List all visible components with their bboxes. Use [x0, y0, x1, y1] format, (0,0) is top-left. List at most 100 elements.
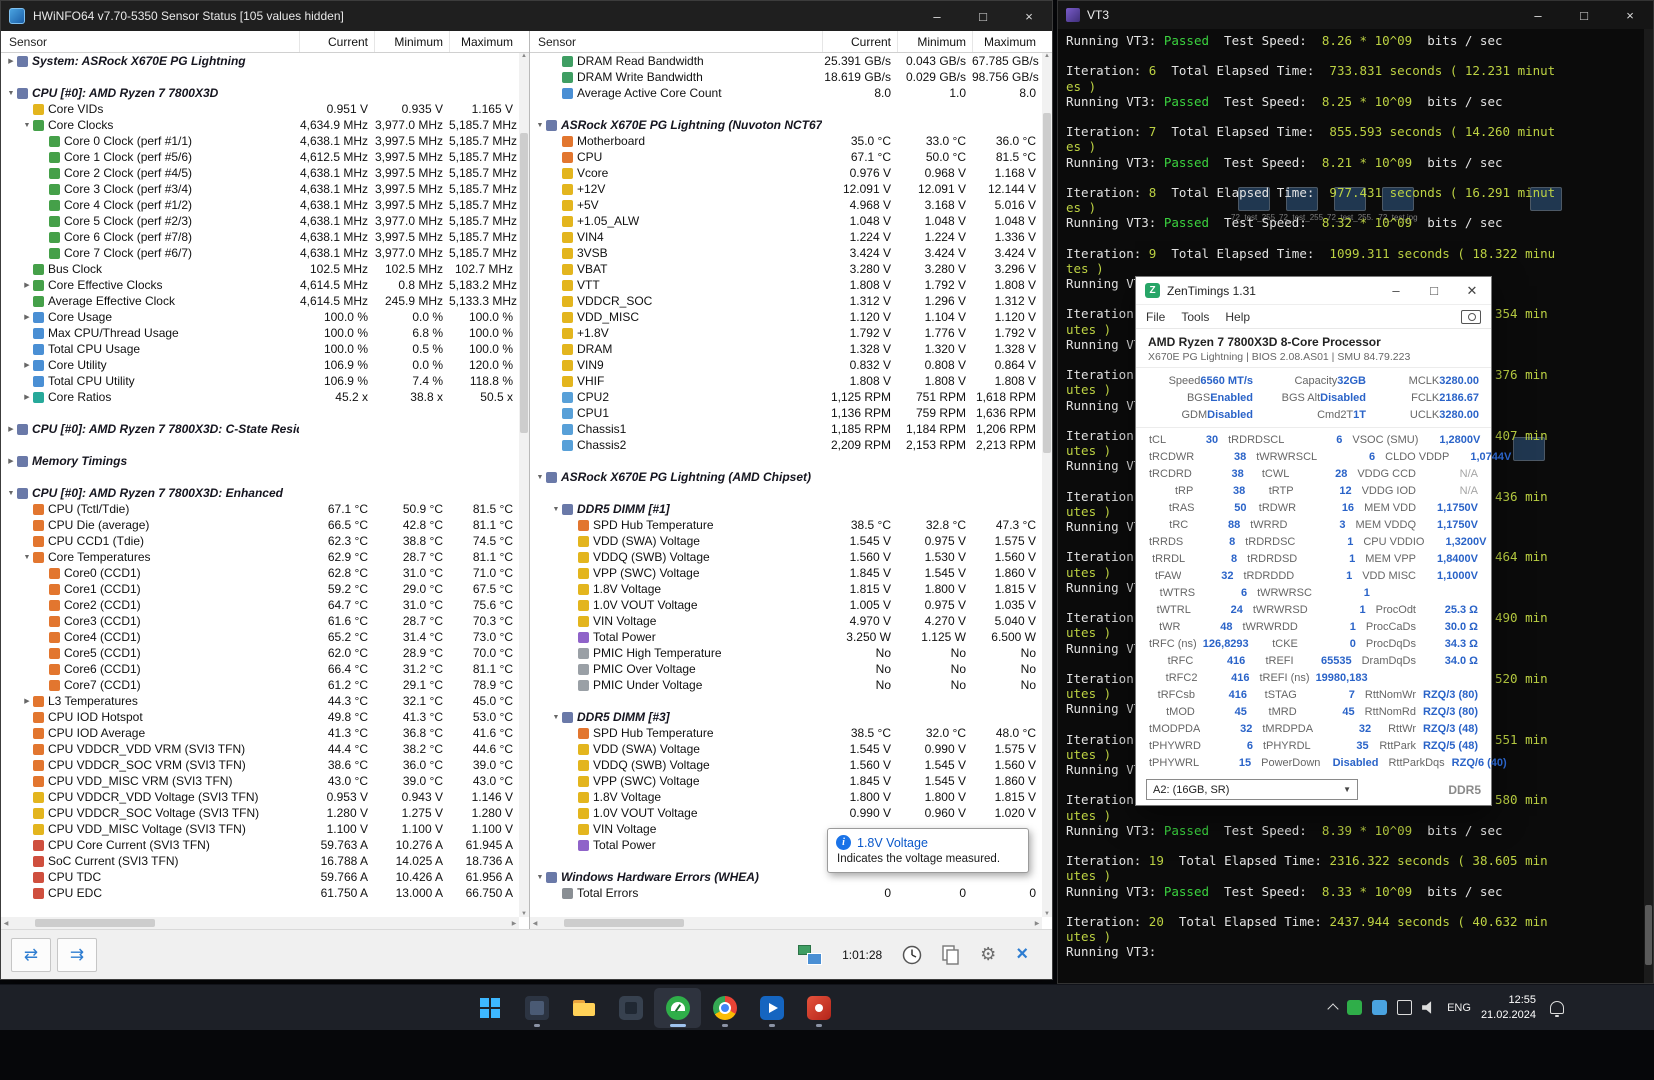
sensor-row[interactable]: VDDQ (SWB) Voltage 1.560 V 1.545 V 1.560 V	[530, 757, 1042, 773]
taskbar-app-dark[interactable]	[607, 988, 654, 1028]
horizontal-scrollbar[interactable]: ◀ ▶	[1, 917, 519, 929]
taskbar-app-red[interactable]	[795, 988, 842, 1028]
column-maximum[interactable]: Maximum	[972, 31, 1042, 52]
column-sensor[interactable]: Sensor	[1, 31, 299, 52]
sensor-row[interactable]: 1.0V VOUT Voltage 1.005 V 0.975 V 1.035 V	[530, 597, 1042, 613]
sensor-row[interactable]: 1.0V VOUT Voltage 0.990 V 0.960 V 1.020 V	[530, 805, 1042, 821]
sensor-row[interactable]: +5V 4.968 V 3.168 V 5.016 V	[530, 197, 1042, 213]
column-current[interactable]: Current	[822, 31, 897, 52]
minimize-button[interactable]: –	[1515, 1, 1561, 29]
sensor-row[interactable]: 1.8V Voltage 1.815 V 1.800 V 1.815 V	[530, 581, 1042, 597]
tray-hwinfo-icon[interactable]	[1347, 1000, 1363, 1015]
sensor-row[interactable]: PMIC Over Voltage No No No	[530, 661, 1042, 677]
close-button[interactable]: ×	[1006, 1, 1052, 31]
sensor-row[interactable]: VDD_MISC 1.120 V 1.104 V 1.120 V	[530, 309, 1042, 325]
screenshot-camera-icon[interactable]	[1461, 309, 1481, 324]
clock-icon[interactable]	[902, 945, 922, 965]
sensor-row[interactable]: ▶ L3 Temperatures 44.3 °C 32.1 °C 45.0 °C	[1, 693, 519, 709]
menu-item-file[interactable]: File	[1146, 310, 1165, 324]
sensor-row[interactable]: ▶ CPU [#0]: AMD Ryzen 7 7800X3D: C-State …	[1, 421, 519, 437]
sensor-row[interactable]: ▼ Core Temperatures 62.9 °C 28.7 °C 81.1 °C	[1, 549, 519, 565]
sensor-row[interactable]: Core 5 Clock (perf #2/3) 4,638.1 MHz 3,977…	[1, 213, 519, 229]
remote-monitoring-icon[interactable]	[798, 944, 823, 965]
tray-overflow-icon[interactable]	[1327, 1003, 1339, 1015]
sensor-row[interactable]: Vcore 0.976 V 0.968 V 1.168 V	[530, 165, 1042, 181]
maximize-button[interactable]: □	[960, 1, 1006, 31]
sensor-row[interactable]: VDD (SWA) Voltage 1.545 V 0.975 V 1.575 V	[530, 533, 1042, 549]
expand-toggle-icon[interactable]: ▶	[21, 393, 33, 401]
sensor-row[interactable]: CPU VDD_MISC VRM (SVI3 TFN) 43.0 °C 39.0 °…	[1, 773, 519, 789]
sensor-row[interactable]: VPP (SWC) Voltage 1.845 V 1.545 V 1.860 V	[530, 565, 1042, 581]
fast-forward-button[interactable]: ⇉	[57, 937, 97, 972]
sensor-row[interactable]: DRAM 1.328 V 1.320 V 1.328 V	[530, 341, 1042, 357]
expand-toggle-icon[interactable]: ▶	[5, 425, 17, 433]
sensor-row[interactable]: Core 0 Clock (perf #1/1) 4,638.1 MHz 3,997…	[1, 133, 519, 149]
column-current[interactable]: Current	[299, 31, 374, 52]
close-button[interactable]: ×	[1607, 1, 1653, 29]
sensor-row[interactable]: Core 7 Clock (perf #6/7) 4,638.1 MHz 3,977…	[1, 245, 519, 261]
scroll-thumb[interactable]	[520, 133, 528, 433]
speaker-icon[interactable]	[1422, 1001, 1432, 1014]
sensor-row[interactable]: Chassis1 1,185 RPM 1,184 RPM 1,206 RPM	[530, 421, 1042, 437]
sensor-row[interactable]: CPU IOD Average 41.3 °C 36.8 °C 41.6 °C	[1, 725, 519, 741]
taskbar-app-blue[interactable]	[748, 988, 795, 1028]
sensor-row[interactable]: Total CPU Usage 100.0 % 0.5 % 100.0 %	[1, 341, 519, 357]
sensor-row[interactable]: VDDCR_SOC 1.312 V 1.296 V 1.312 V	[530, 293, 1042, 309]
sensor-row[interactable]: PMIC High Temperature No No No	[530, 645, 1042, 661]
sensor-row[interactable]: Core5 (CCD1) 62.0 °C 28.9 °C 70.0 °C	[1, 645, 519, 661]
scroll-thumb[interactable]	[35, 919, 155, 927]
sensor-row[interactable]: CPU VDDCR_SOC Voltage (SVI3 TFN) 1.280 V 1…	[1, 805, 519, 821]
sensor-row[interactable]: ▶ Core Usage 100.0 % 0.0 % 100.0 %	[1, 309, 519, 325]
sensor-row[interactable]: CPU VDDCR_SOC VRM (SVI3 TFN) 38.6 °C 36.0 …	[1, 757, 519, 773]
scroll-down-icon[interactable]: ▼	[519, 911, 529, 917]
expand-toggle-icon[interactable]: ▶	[21, 697, 33, 705]
sensor-row[interactable]: CPU VDDCR_VDD Voltage (SVI3 TFN) 0.953 V 0…	[1, 789, 519, 805]
sensor-row[interactable]: SPD Hub Temperature 38.5 °C 32.8 °C 47.3 °C	[530, 517, 1042, 533]
sensor-row[interactable]: Core 3 Clock (perf #3/4) 4,638.1 MHz 3,997…	[1, 181, 519, 197]
sensor-row[interactable]: +1.8V 1.792 V 1.776 V 1.792 V	[530, 325, 1042, 341]
sensor-row[interactable]: VDDQ (SWB) Voltage 1.560 V 1.530 V 1.560 V	[530, 549, 1042, 565]
taskbar-start-button[interactable]	[466, 988, 513, 1028]
sensor-row[interactable]: VIN Voltage 4.970 V 4.270 V 5.040 V	[530, 613, 1042, 629]
expand-toggle-icon[interactable]: ▼	[534, 874, 546, 881]
sensor-row[interactable]: Core7 (CCD1) 61.2 °C 29.1 °C 78.9 °C	[1, 677, 519, 693]
sensor-row[interactable]: VDD (SWA) Voltage 1.545 V 0.990 V 1.575 V	[530, 741, 1042, 757]
sensor-row[interactable]: ▼ DDR5 DIMM [#3]	[530, 709, 1042, 725]
sensor-row[interactable]: CPU2 1,125 RPM 751 RPM 1,618 RPM	[530, 389, 1042, 405]
sensor-row[interactable]: Core6 (CCD1) 66.4 °C 31.2 °C 81.1 °C	[1, 661, 519, 677]
expand-toggle-icon[interactable]: ▶	[21, 361, 33, 369]
sensor-row[interactable]: PMIC Under Voltage No No No	[530, 677, 1042, 693]
sensor-row[interactable]: 1.8V Voltage 1.800 V 1.800 V 1.815 V	[530, 789, 1042, 805]
expand-toggle-icon[interactable]: ▶	[21, 313, 33, 321]
sensor-row[interactable]: VTT 1.808 V 1.792 V 1.808 V	[530, 277, 1042, 293]
column-sensor[interactable]: Sensor	[530, 31, 822, 52]
copy-report-icon[interactable]	[942, 944, 960, 965]
expand-toggle-icon[interactable]: ▼	[534, 474, 546, 481]
expand-toggle-icon[interactable]: ▶	[21, 281, 33, 289]
sensor-row[interactable]: Core1 (CCD1) 59.2 °C 29.0 °C 67.5 °C	[1, 581, 519, 597]
scroll-thumb[interactable]	[564, 919, 684, 927]
language-indicator[interactable]: ENG	[1447, 1002, 1471, 1014]
sensor-row[interactable]: VHIF 1.808 V 1.808 V 1.808 V	[530, 373, 1042, 389]
tray-app-icon[interactable]	[1372, 1000, 1388, 1015]
sensor-row[interactable]: Core3 (CCD1) 61.6 °C 28.7 °C 70.3 °C	[1, 613, 519, 629]
vertical-scrollbar[interactable]	[1644, 29, 1653, 983]
taskbar-chrome[interactable]	[701, 988, 748, 1028]
hwinfo-titlebar[interactable]: HWiNFO64 v7.70-5350 Sensor Status [105 v…	[1, 1, 1052, 31]
close-sensors-icon[interactable]: ×	[1016, 943, 1028, 966]
horizontal-scrollbar[interactable]: ◀ ▶	[530, 917, 1042, 929]
scroll-up-icon[interactable]: ▲	[1042, 53, 1052, 59]
sensor-row[interactable]: Core 1 Clock (perf #5/6) 4,612.5 MHz 3,997…	[1, 149, 519, 165]
sensor-row[interactable]: CPU IOD Hotspot 49.8 °C 41.3 °C 53.0 °C	[1, 709, 519, 725]
minimize-button[interactable]: –	[1377, 277, 1415, 304]
menu-item-tools[interactable]: Tools	[1181, 310, 1209, 324]
sensor-row[interactable]: Average Active Core Count 8.0 1.0 8.0	[530, 85, 1042, 101]
sensor-row[interactable]: ▼ DDR5 DIMM [#1]	[530, 501, 1042, 517]
sensor-row[interactable]: CPU1 1,136 RPM 759 RPM 1,636 RPM	[530, 405, 1042, 421]
sensor-row[interactable]: VIN4 1.224 V 1.224 V 1.336 V	[530, 229, 1042, 245]
sensor-row[interactable]: DRAM Read Bandwidth 25.391 GB/s 0.043 GB/s…	[530, 53, 1042, 69]
sensor-row[interactable]: Core2 (CCD1) 64.7 °C 31.0 °C 75.6 °C	[1, 597, 519, 613]
sensor-row[interactable]: CPU (Tctl/Tdie) 67.1 °C 50.9 °C 81.5 °C	[1, 501, 519, 517]
tray-display-icon[interactable]	[1397, 1000, 1413, 1015]
sensor-row[interactable]: Core 6 Clock (perf #7/8) 4,638.1 MHz 3,997…	[1, 229, 519, 245]
